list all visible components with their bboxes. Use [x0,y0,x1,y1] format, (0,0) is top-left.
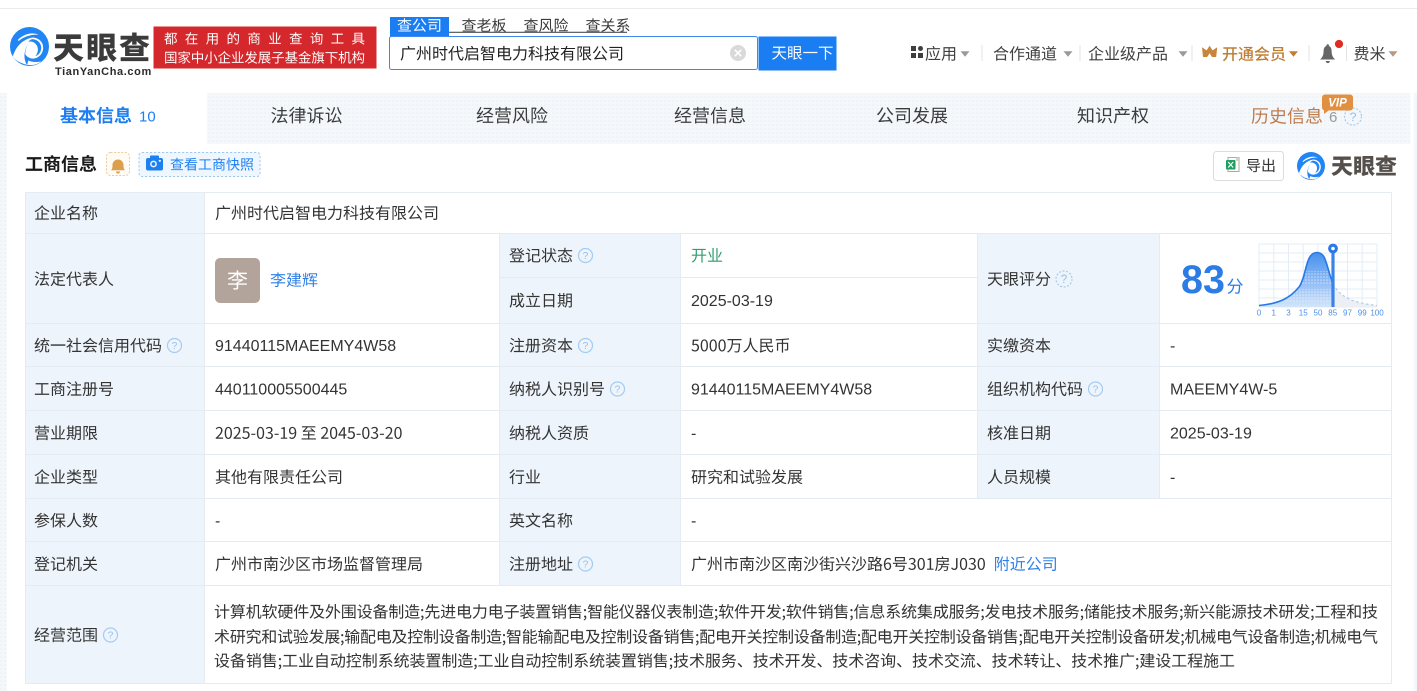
svg-text:?: ? [1350,110,1357,124]
svg-text:85: 85 [1328,309,1337,318]
svg-text:VIP: VIP [1328,98,1347,110]
svg-text:91440115MAEEMY4W58: 91440115MAEEMY4W58 [215,338,396,355]
svg-text:-: - [691,426,696,443]
svg-text:440110005500445: 440110005500445 [215,382,347,399]
svg-text:2025-03-19: 2025-03-19 [1170,426,1252,443]
svg-text:-: - [691,513,696,530]
svg-text:15: 15 [1299,309,1308,318]
svg-text:83: 83 [1181,258,1225,302]
svg-text:0: 0 [1257,309,1262,318]
svg-text:3: 3 [1286,309,1291,318]
svg-text:?: ? [615,385,621,396]
svg-text:91440115MAEEMY4W58: 91440115MAEEMY4W58 [691,382,872,399]
svg-text:?: ? [583,251,589,262]
svg-text:?: ? [108,631,114,642]
svg-text:100: 100 [1370,309,1384,318]
svg-text:1: 1 [1272,309,1277,318]
svg-text:50: 50 [1314,309,1323,318]
svg-text:99: 99 [1358,309,1367,318]
svg-text:97: 97 [1343,309,1352,318]
svg-text:?: ? [583,341,589,352]
svg-text:10: 10 [139,109,156,126]
svg-text:TianYanCha.com: TianYanCha.com [55,66,152,78]
svg-text:-: - [1170,470,1175,487]
svg-text:6: 6 [1329,109,1337,126]
svg-text:-: - [215,513,220,530]
svg-text:-: - [1170,338,1175,355]
svg-text:?: ? [1093,385,1099,396]
svg-text:2025-03-19: 2025-03-19 [691,293,773,310]
svg-text:?: ? [172,341,178,352]
svg-text:?: ? [583,560,589,571]
svg-text:?: ? [1061,273,1068,286]
svg-text:MAEEMY4W-5: MAEEMY4W-5 [1170,382,1277,399]
